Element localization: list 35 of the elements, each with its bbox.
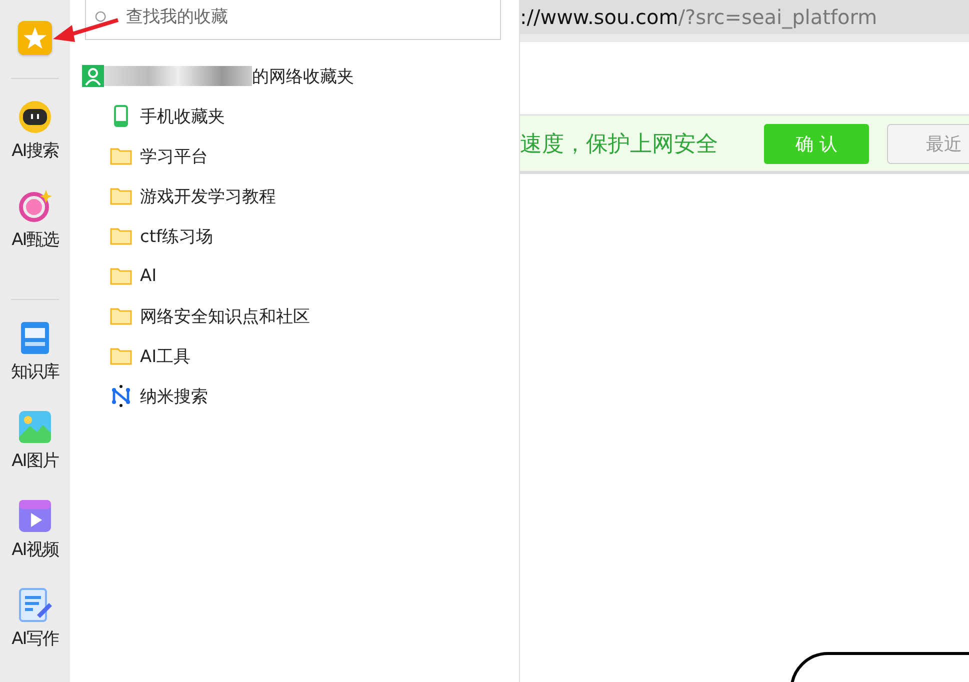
favorite-item[interactable]: AI工具 — [110, 336, 519, 376]
sidebar-item[interactable]: AI甄选 — [12, 188, 58, 251]
sidebar-label: AI搜索 — [12, 140, 58, 162]
picture-icon — [17, 409, 53, 445]
sidebar-label: AI视频 — [12, 539, 58, 561]
banner-text: 速度，保护上网安全 — [520, 130, 718, 158]
search-icon — [95, 11, 108, 24]
video-icon — [17, 498, 53, 534]
favorite-item[interactable]: 学习平台 — [110, 136, 519, 176]
address-bar[interactable]: ://www.sou.com/?src=seai_platform — [520, 0, 969, 34]
favorite-item[interactable]: 网络安全知识点和社区 — [110, 296, 519, 336]
sidebar-item[interactable]: AI写作 — [12, 587, 58, 650]
url-host: ://www.sou.com — [520, 5, 678, 29]
sidebar-label: AI写作 — [12, 628, 58, 650]
sidebar-item[interactable]: AI图片 — [12, 409, 58, 472]
sidebar-item[interactable]: AI视频 — [12, 498, 58, 561]
robot-icon — [17, 99, 53, 135]
sidebar-label: 知识库 — [11, 361, 59, 383]
sidebar-label: AI图片 — [12, 450, 58, 472]
sidebar-label: AI甄选 — [12, 229, 58, 251]
favorite-item[interactable]: 手机收藏夹 — [110, 96, 519, 136]
sidebar-item[interactable] — [17, 20, 53, 56]
ai-ring-icon — [17, 188, 53, 224]
document-pen-icon — [17, 587, 53, 623]
favorite-item[interactable]: AI — [110, 256, 519, 296]
search-field[interactable]: 查找我的收藏 — [85, 0, 501, 40]
account-label: 的网络收藏夹 — [252, 66, 354, 88]
favorite-item[interactable]: 纳米搜索 — [110, 376, 519, 416]
sidebar-item[interactable]: AI搜索 — [12, 99, 58, 162]
favorite-item[interactable]: 游戏开发学习教程 — [110, 176, 519, 216]
user-icon — [82, 65, 104, 87]
favorite-item[interactable]: ctf练习场 — [110, 216, 519, 256]
network-icon — [110, 385, 132, 407]
sidebar-item[interactable]: 知识库 — [11, 320, 59, 383]
url-path: /?src=seai_platform — [678, 5, 878, 29]
